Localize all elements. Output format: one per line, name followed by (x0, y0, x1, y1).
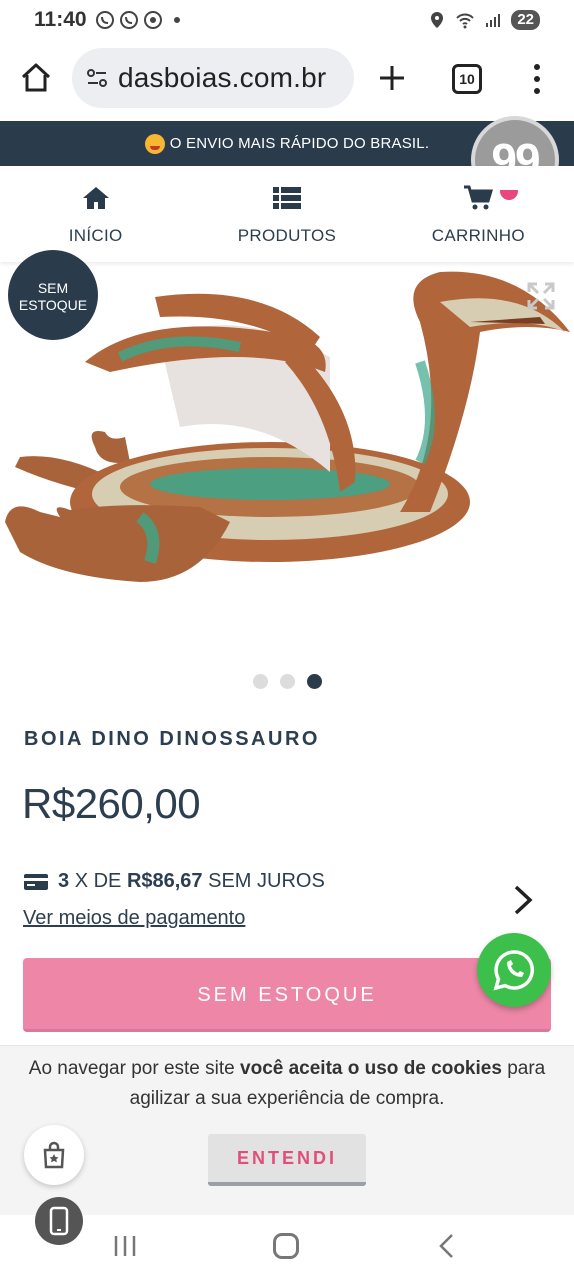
home-icon (82, 187, 109, 209)
out-of-stock-badge: SEM ESTOQUE (8, 250, 98, 340)
accept-cookies-button[interactable]: ENTENDI (208, 1134, 366, 1186)
chrome-notification-icon (143, 11, 162, 29)
payment-methods-link[interactable]: Ver meios de pagamento (23, 907, 245, 930)
badge-line: SEM (37, 280, 69, 296)
cookie-banner: Ao navegar por este site você aceita o u… (0, 1045, 574, 1215)
chevron-right-icon[interactable] (512, 883, 536, 917)
whatsapp-icon (493, 950, 535, 991)
signal-icon (486, 14, 501, 27)
nav-item-produtos[interactable]: PRODUTOS (191, 166, 382, 262)
cookie-text-bold: você aceita o uso de cookies (240, 1058, 502, 1079)
phone-button[interactable] (35, 1197, 83, 1245)
nav-label: PRODUTOS (237, 226, 337, 245)
whatsapp-notification-icon (95, 11, 114, 29)
whatsapp-notification-icon (119, 11, 138, 29)
list-icon (272, 187, 301, 209)
home-icon[interactable] (18, 60, 54, 96)
product-price: R$260,00 (22, 780, 201, 827)
address-bar[interactable]: dasboias.com.br (72, 48, 354, 108)
back-icon[interactable] (436, 1232, 456, 1260)
nav-label: INÍCIO (68, 226, 123, 245)
gallery-pagination (0, 674, 574, 689)
nav-item-inicio[interactable]: INÍCIO (0, 166, 191, 262)
notification-icons (95, 10, 187, 30)
system-icons: 22 (427, 10, 540, 30)
cookie-text: Ao navegar por este site você aceita o u… (20, 1054, 554, 1114)
smiling-face-icon (144, 133, 165, 154)
nav-label: CARRINHO (431, 226, 525, 245)
shopping-bag-star-icon (43, 1141, 65, 1169)
dot-icon (173, 17, 180, 23)
location-icon (431, 12, 444, 28)
page: 11:40 22 dasboias.com.br 10 O ENVIO MAIS… (0, 0, 574, 1280)
cookie-text-start: Ao navegar por este site (28, 1058, 235, 1079)
status-bar: 11:40 22 (0, 0, 574, 40)
android-navigation-bar (0, 1215, 574, 1280)
wifi-icon (456, 13, 475, 29)
url-text: dasboias.com.br (118, 62, 327, 93)
home-button-icon[interactable] (273, 1233, 299, 1259)
more-menu-icon[interactable] (530, 62, 544, 96)
gallery-dot[interactable] (279, 674, 295, 689)
promo-text: O ENVIO MAIS RÁPIDO DO BRASIL. (169, 135, 430, 152)
gallery-dot-active[interactable] (306, 674, 322, 689)
secure-site-badge[interactable] (24, 1125, 84, 1185)
gallery-dot[interactable] (252, 674, 268, 689)
installments-suffix: SEM JUROS (208, 870, 325, 892)
smartphone-icon (49, 1206, 69, 1236)
cart-icon (464, 185, 494, 210)
battery-indicator: 22 (511, 10, 540, 30)
badge-line: ESTOQUE (18, 297, 88, 313)
credit-card-icon (24, 873, 48, 890)
installments-info: 3 X DE R$86,67 SEM JUROS (24, 870, 325, 893)
product-title: BOIA DINO DINOSSAURO (24, 728, 320, 750)
status-time: 11:40 (34, 8, 87, 31)
tab-switcher-button[interactable]: 10 (452, 64, 482, 94)
installments-prefix: X DE (74, 870, 122, 892)
whatsapp-button[interactable] (477, 933, 551, 1007)
expand-icon[interactable] (525, 280, 557, 312)
site-settings-icon[interactable] (84, 65, 110, 91)
recent-apps-icon[interactable] (112, 1233, 138, 1259)
nav-item-carrinho[interactable]: CARRINHO (383, 166, 574, 262)
out-of-stock-button[interactable]: SEM ESTOQUE (23, 958, 551, 1032)
site-nav: INÍCIO PRODUTOS CARRINHO (0, 166, 574, 262)
installments-count: 3 (58, 870, 70, 892)
browser-toolbar: dasboias.com.br 10 (0, 40, 574, 120)
new-tab-icon[interactable] (376, 62, 408, 94)
installments-value: R$86,67 (126, 870, 203, 892)
